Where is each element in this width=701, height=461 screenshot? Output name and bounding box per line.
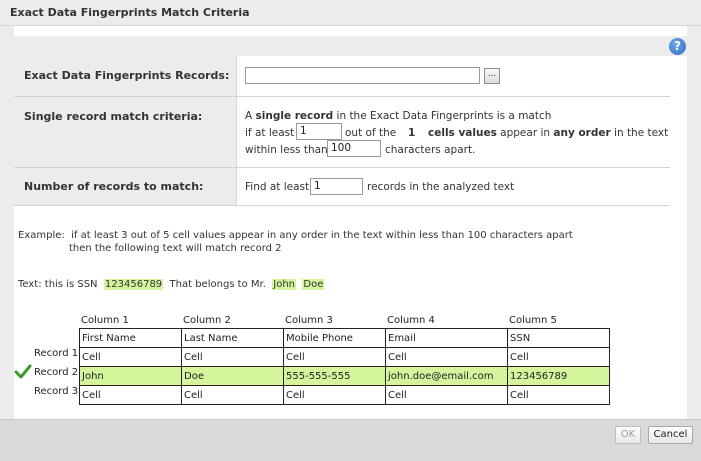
table-header-row: First Name Last Name Mobile Phone Email … [79, 328, 610, 348]
chars-apart-input[interactable]: 100 [327, 140, 381, 157]
table-cell: John [79, 366, 182, 386]
dialog-left-border [0, 26, 14, 419]
column-header-3: Column 3 [285, 315, 333, 326]
table-row: Cell Cell Cell Cell Cell [79, 385, 610, 405]
record-label-3: Record 3 [34, 386, 79, 397]
records-label: Exact Data Fingerprints Records: [24, 69, 230, 82]
records-label-cell: Exact Data Fingerprints Records: [14, 56, 236, 97]
table-cell: Cell [507, 385, 610, 405]
num-records-input[interactable]: 1 [310, 178, 363, 195]
column-header-5: Column 5 [509, 315, 557, 326]
dialog-title: Exact Data Fingerprints Match Criteria [10, 6, 250, 19]
dialog-footer [0, 419, 701, 461]
records-input[interactable] [245, 67, 480, 84]
table-cell: john.doe@email.com [385, 366, 508, 386]
help-strip [14, 36, 687, 56]
dialog-right-border [687, 26, 701, 419]
total-cells-value: 1 [408, 127, 416, 139]
table-cell: First Name [79, 328, 182, 348]
column-header-1: Column 1 [81, 315, 129, 326]
table-cell: Cell [79, 385, 182, 405]
table-cell: Doe [181, 366, 284, 386]
table-cell: Cell [79, 347, 182, 367]
single-line3-prefix: within less than [245, 144, 328, 156]
column-header-2: Column 2 [183, 315, 231, 326]
single-line2-prefix: if at least [245, 127, 295, 139]
table-row: Cell Cell Cell Cell Cell [79, 347, 610, 367]
single-line3-suffix: characters apart. [385, 144, 476, 156]
at-least-input[interactable]: 1 [296, 123, 342, 140]
table-cell: Cell [385, 347, 508, 367]
single-label: Single record match criteria: [24, 110, 203, 123]
table-row-match: John Doe 555-555-555 john.doe@email.com … [79, 366, 610, 386]
highlight-first: John [272, 279, 297, 290]
column-header-4: Column 4 [387, 315, 435, 326]
table-cell: Mobile Phone [283, 328, 386, 348]
table-cell: Cell [283, 347, 386, 367]
num-records-label: Number of records to match: [24, 180, 204, 193]
highlight-ssn: 123456789 [103, 279, 164, 290]
help-icon[interactable]: ? [669, 38, 686, 55]
record-label-2: Record 2 [34, 367, 79, 378]
cancel-button[interactable]: Cancel [648, 426, 693, 444]
table-cell: SSN [507, 328, 610, 348]
checkmark-icon [14, 364, 32, 379]
record-label-1: Record 1 [34, 348, 79, 359]
num-records-suffix: records in the analyzed text [367, 181, 515, 193]
num-records-label-cell: Number of records to match: [14, 168, 236, 206]
table-cell: Email [385, 328, 508, 348]
single-label-cell: Single record match criteria: [14, 97, 236, 168]
highlight-last: Doe [302, 279, 325, 290]
table-cell: Cell [283, 385, 386, 405]
table-cell: Cell [507, 347, 610, 367]
num-records-prefix: Find at least [245, 181, 310, 193]
single-line2-mid: out of the [345, 127, 397, 139]
browse-button[interactable]: ... [484, 68, 500, 84]
single-line1: A single record in the Exact Data Finger… [245, 110, 552, 122]
single-line2-suffix: cells values appear in any order in the … [428, 127, 669, 139]
dialog-titlebar[interactable]: Exact Data Fingerprints Match Criteria [0, 0, 701, 26]
records-table: First Name Last Name Mobile Phone Email … [79, 328, 610, 405]
table-cell: Cell [385, 385, 508, 405]
table-cell: Last Name [181, 328, 284, 348]
table-cell: Cell [181, 385, 284, 405]
example-line1: Example: if at least 3 out of 5 cell val… [18, 230, 573, 241]
table-cell: 555-555-555 [283, 366, 386, 386]
ok-button[interactable]: OK [615, 426, 641, 444]
table-cell: Cell [181, 347, 284, 367]
example-line2: then the following text will match recor… [69, 243, 282, 254]
table-cell: 123456789 [507, 366, 610, 386]
example-text: Text: this is SSN 123456789 That belongs… [18, 279, 325, 290]
